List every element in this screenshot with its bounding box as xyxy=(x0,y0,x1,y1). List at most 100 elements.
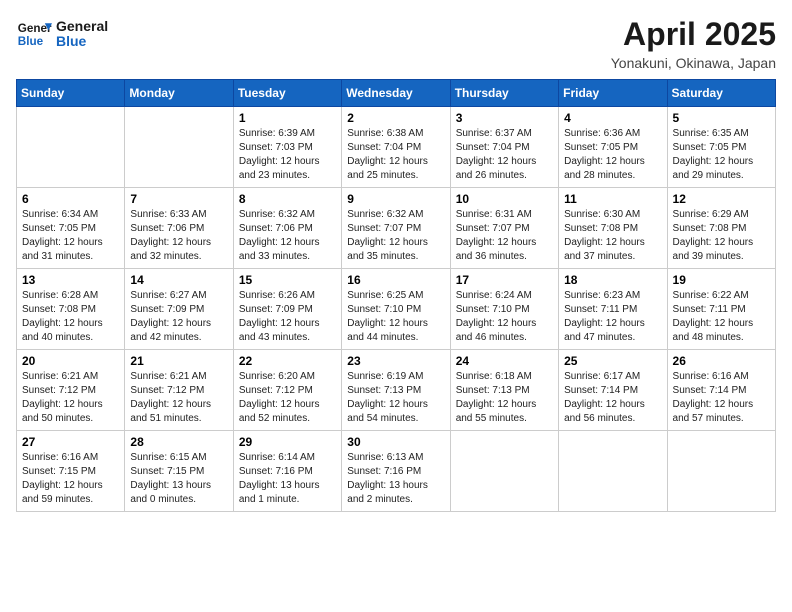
calendar-week-2: 6 Sunrise: 6:34 AM Sunset: 7:05 PM Daylig… xyxy=(17,188,776,269)
calendar-cell: 25 Sunrise: 6:17 AM Sunset: 7:14 PM Dayli… xyxy=(559,350,667,431)
day-info: Sunrise: 6:21 AM Sunset: 7:12 PM Dayligh… xyxy=(22,370,119,426)
day-info: Sunrise: 6:32 AM Sunset: 7:06 PM Dayligh… xyxy=(239,208,336,264)
calendar-cell: 23 Sunrise: 6:19 AM Sunset: 7:13 PM Dayli… xyxy=(342,350,450,431)
calendar-cell xyxy=(450,431,558,512)
day-number: 17 xyxy=(456,273,553,287)
day-info: Sunrise: 6:15 AM Sunset: 7:15 PM Dayligh… xyxy=(130,451,227,507)
weekday-header-sunday: Sunday xyxy=(17,80,125,107)
day-number: 24 xyxy=(456,354,553,368)
day-number: 4 xyxy=(564,111,661,125)
calendar-cell: 18 Sunrise: 6:23 AM Sunset: 7:11 PM Dayli… xyxy=(559,269,667,350)
calendar-cell: 2 Sunrise: 6:38 AM Sunset: 7:04 PM Daylig… xyxy=(342,107,450,188)
calendar-header: SundayMondayTuesdayWednesdayThursdayFrid… xyxy=(17,80,776,107)
day-number: 28 xyxy=(130,435,227,449)
day-number: 26 xyxy=(673,354,770,368)
day-number: 30 xyxy=(347,435,444,449)
day-info: Sunrise: 6:31 AM Sunset: 7:07 PM Dayligh… xyxy=(456,208,553,264)
day-number: 20 xyxy=(22,354,119,368)
calendar-cell: 21 Sunrise: 6:21 AM Sunset: 7:12 PM Dayli… xyxy=(125,350,233,431)
calendar-cell: 8 Sunrise: 6:32 AM Sunset: 7:06 PM Daylig… xyxy=(233,188,341,269)
weekday-header-monday: Monday xyxy=(125,80,233,107)
day-info: Sunrise: 6:29 AM Sunset: 7:08 PM Dayligh… xyxy=(673,208,770,264)
day-number: 19 xyxy=(673,273,770,287)
svg-text:Blue: Blue xyxy=(18,35,44,48)
calendar-cell: 20 Sunrise: 6:21 AM Sunset: 7:12 PM Dayli… xyxy=(17,350,125,431)
day-info: Sunrise: 6:30 AM Sunset: 7:08 PM Dayligh… xyxy=(564,208,661,264)
day-info: Sunrise: 6:18 AM Sunset: 7:13 PM Dayligh… xyxy=(456,370,553,426)
calendar-cell: 12 Sunrise: 6:29 AM Sunset: 7:08 PM Dayli… xyxy=(667,188,775,269)
day-number: 13 xyxy=(22,273,119,287)
calendar-cell: 7 Sunrise: 6:33 AM Sunset: 7:06 PM Daylig… xyxy=(125,188,233,269)
day-number: 21 xyxy=(130,354,227,368)
logo-text-blue: Blue xyxy=(56,34,108,49)
calendar-cell xyxy=(667,431,775,512)
day-info: Sunrise: 6:21 AM Sunset: 7:12 PM Dayligh… xyxy=(130,370,227,426)
calendar-week-3: 13 Sunrise: 6:28 AM Sunset: 7:08 PM Dayli… xyxy=(17,269,776,350)
day-number: 25 xyxy=(564,354,661,368)
weekday-header-tuesday: Tuesday xyxy=(233,80,341,107)
day-info: Sunrise: 6:34 AM Sunset: 7:05 PM Dayligh… xyxy=(22,208,119,264)
day-number: 5 xyxy=(673,111,770,125)
calendar-week-1: 1Sunrise: 6:39 AM Sunset: 7:03 PM Daylig… xyxy=(17,107,776,188)
day-number: 29 xyxy=(239,435,336,449)
calendar-cell: 17 Sunrise: 6:24 AM Sunset: 7:10 PM Dayli… xyxy=(450,269,558,350)
day-info: Sunrise: 6:26 AM Sunset: 7:09 PM Dayligh… xyxy=(239,289,336,345)
calendar-cell: 10 Sunrise: 6:31 AM Sunset: 7:07 PM Dayli… xyxy=(450,188,558,269)
day-number: 8 xyxy=(239,192,336,206)
day-number: 22 xyxy=(239,354,336,368)
calendar-week-4: 20 Sunrise: 6:21 AM Sunset: 7:12 PM Dayli… xyxy=(17,350,776,431)
page-header: General Blue General Blue April 2025 Yon… xyxy=(16,16,776,71)
day-number: 3 xyxy=(456,111,553,125)
calendar-cell: 24 Sunrise: 6:18 AM Sunset: 7:13 PM Dayli… xyxy=(450,350,558,431)
calendar-cell: 27 Sunrise: 6:16 AM Sunset: 7:15 PM Dayli… xyxy=(17,431,125,512)
day-info: Sunrise: 6:22 AM Sunset: 7:11 PM Dayligh… xyxy=(673,289,770,345)
day-number: 7 xyxy=(130,192,227,206)
day-number: 12 xyxy=(673,192,770,206)
calendar-cell: 19 Sunrise: 6:22 AM Sunset: 7:11 PM Dayli… xyxy=(667,269,775,350)
day-info: Sunrise: 6:16 AM Sunset: 7:15 PM Dayligh… xyxy=(22,451,119,507)
day-number: 9 xyxy=(347,192,444,206)
day-number: 16 xyxy=(347,273,444,287)
day-info: Sunrise: 6:23 AM Sunset: 7:11 PM Dayligh… xyxy=(564,289,661,345)
day-info: Sunrise: 6:36 AM Sunset: 7:05 PM Dayligh… xyxy=(564,127,661,183)
logo-icon: General Blue xyxy=(16,16,52,52)
month-title: April 2025 xyxy=(611,16,776,53)
calendar-cell: 1Sunrise: 6:39 AM Sunset: 7:03 PM Daylig… xyxy=(233,107,341,188)
day-info: Sunrise: 6:39 AM Sunset: 7:03 PM Dayligh… xyxy=(239,127,336,183)
day-info: Sunrise: 6:20 AM Sunset: 7:12 PM Dayligh… xyxy=(239,370,336,426)
day-number: 18 xyxy=(564,273,661,287)
day-number: 2 xyxy=(347,111,444,125)
day-info: Sunrise: 6:14 AM Sunset: 7:16 PM Dayligh… xyxy=(239,451,336,507)
day-info: Sunrise: 6:25 AM Sunset: 7:10 PM Dayligh… xyxy=(347,289,444,345)
day-info: Sunrise: 6:16 AM Sunset: 7:14 PM Dayligh… xyxy=(673,370,770,426)
calendar-table: SundayMondayTuesdayWednesdayThursdayFrid… xyxy=(16,79,776,512)
calendar-cell: 29 Sunrise: 6:14 AM Sunset: 7:16 PM Dayli… xyxy=(233,431,341,512)
day-info: Sunrise: 6:13 AM Sunset: 7:16 PM Dayligh… xyxy=(347,451,444,507)
weekday-header-thursday: Thursday xyxy=(450,80,558,107)
calendar-cell: 4 Sunrise: 6:36 AM Sunset: 7:05 PM Daylig… xyxy=(559,107,667,188)
calendar-cell: 22 Sunrise: 6:20 AM Sunset: 7:12 PM Dayli… xyxy=(233,350,341,431)
day-info: Sunrise: 6:33 AM Sunset: 7:06 PM Dayligh… xyxy=(130,208,227,264)
day-info: Sunrise: 6:38 AM Sunset: 7:04 PM Dayligh… xyxy=(347,127,444,183)
day-info: Sunrise: 6:19 AM Sunset: 7:13 PM Dayligh… xyxy=(347,370,444,426)
day-number: 23 xyxy=(347,354,444,368)
day-number: 11 xyxy=(564,192,661,206)
weekday-header-wednesday: Wednesday xyxy=(342,80,450,107)
day-info: Sunrise: 6:28 AM Sunset: 7:08 PM Dayligh… xyxy=(22,289,119,345)
calendar-cell: 9Sunrise: 6:32 AM Sunset: 7:07 PM Daylig… xyxy=(342,188,450,269)
calendar-cell: 3Sunrise: 6:37 AM Sunset: 7:04 PM Daylig… xyxy=(450,107,558,188)
calendar-cell: 6 Sunrise: 6:34 AM Sunset: 7:05 PM Daylig… xyxy=(17,188,125,269)
day-info: Sunrise: 6:17 AM Sunset: 7:14 PM Dayligh… xyxy=(564,370,661,426)
day-number: 6 xyxy=(22,192,119,206)
weekday-header-saturday: Saturday xyxy=(667,80,775,107)
day-info: Sunrise: 6:24 AM Sunset: 7:10 PM Dayligh… xyxy=(456,289,553,345)
calendar-cell xyxy=(125,107,233,188)
calendar-cell: 26 Sunrise: 6:16 AM Sunset: 7:14 PM Dayli… xyxy=(667,350,775,431)
weekday-header-row: SundayMondayTuesdayWednesdayThursdayFrid… xyxy=(17,80,776,107)
weekday-header-friday: Friday xyxy=(559,80,667,107)
calendar-week-5: 27 Sunrise: 6:16 AM Sunset: 7:15 PM Dayli… xyxy=(17,431,776,512)
day-number: 10 xyxy=(456,192,553,206)
calendar-cell xyxy=(17,107,125,188)
calendar-cell xyxy=(559,431,667,512)
day-number: 27 xyxy=(22,435,119,449)
